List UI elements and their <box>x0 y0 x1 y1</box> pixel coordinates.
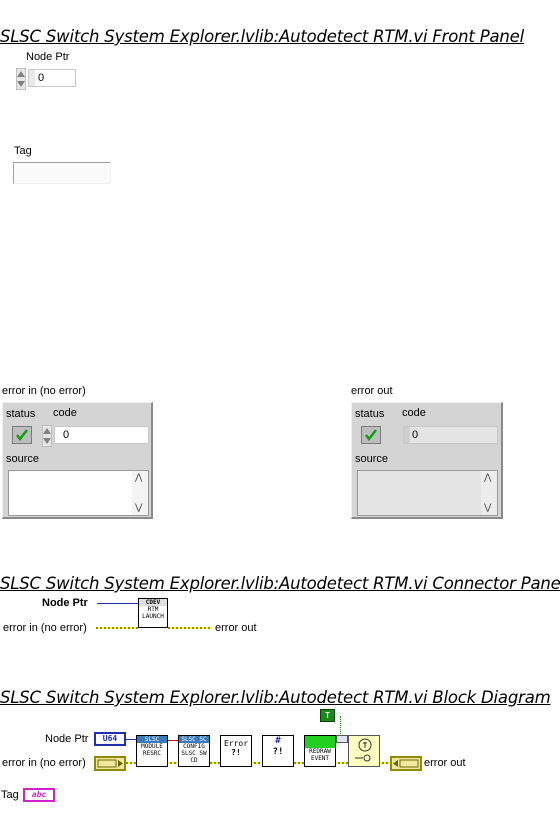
error-in-source-field[interactable]: ⋀ ⋁ <box>8 470 149 516</box>
scroll-down-icon[interactable]: ⋁ <box>484 503 491 513</box>
scroll-up-icon[interactable]: ⋀ <box>135 473 142 483</box>
error-out-code-field: 0 <box>403 426 498 444</box>
spinner-arrows-icon <box>16 68 26 90</box>
subvi-banner: SLSC <box>137 736 167 743</box>
subvi-text-line: REDRAW <box>309 748 331 755</box>
node-ptr-terminal[interactable]: U64 <box>94 732 126 746</box>
subvi-text-line: MODULE <box>141 743 163 750</box>
error-out-terminal[interactable] <box>390 756 422 771</box>
error-out-status-indicator <box>361 426 381 444</box>
error-in-status-label: status <box>6 408 36 420</box>
autodetect-rtm-icon[interactable]: CDEV RTM LAUNCH <box>138 598 168 628</box>
redraw-banner <box>305 736 335 748</box>
scroll-down-icon[interactable]: ⋁ <box>135 503 142 513</box>
scroll-up-icon[interactable]: ⋀ <box>484 473 491 483</box>
subvi-banner: SLSC SC <box>179 736 209 743</box>
error-in-code-label: code <box>53 407 77 419</box>
checkmark-icon <box>365 429 377 442</box>
subvi-text-line: ?! <box>272 747 284 757</box>
node-ptr-field[interactable]: 0 <box>28 69 76 87</box>
bd-error-in-label: error in (no error) <box>2 757 86 769</box>
node-ptr-wire <box>97 603 138 604</box>
error-out-wire <box>168 627 212 629</box>
error-in-source-label: source <box>6 453 40 465</box>
bd-tag-label: Tag <box>1 789 19 801</box>
error-in-wire <box>96 627 138 629</box>
error-in-label: error in (no error) <box>2 385 86 397</box>
icon-text-line: LAUNCH <box>142 613 164 620</box>
property-node-ref[interactable] <box>336 735 348 743</box>
cluster-icon <box>97 759 123 768</box>
true-constant[interactable]: T <box>320 709 335 722</box>
error-out-source-label: source <box>355 453 389 465</box>
tag-label: Tag <box>14 145 32 157</box>
subvi-text-line: ?! <box>231 748 241 757</box>
error-in-cluster: status code 0 source ⋀ ⋁ <box>2 402 153 519</box>
node-ptr-value: 0 <box>38 72 45 84</box>
connector-node-ptr-label: Node Ptr <box>42 597 88 609</box>
connector-error-in-label: error in (no error) <box>3 622 87 634</box>
bd-error-out-label: error out <box>424 757 466 769</box>
subvi-text-line: CD <box>190 757 198 764</box>
error-out-cluster: status code 0 source ⋀ ⋁ <box>351 402 503 519</box>
error-in-terminal[interactable] <box>94 756 126 771</box>
subvi-text-line: SLSC SW <box>181 750 207 757</box>
error-in-status-toggle[interactable] <box>12 426 32 444</box>
error-out-status-label: status <box>355 408 385 420</box>
error-in-code-spinner[interactable] <box>42 425 52 447</box>
error-in-code-field[interactable]: 0 <box>54 426 149 444</box>
node-ptr-label: Node Ptr <box>26 51 70 63</box>
radix-indicator <box>29 70 35 86</box>
icon-banner: CDEV <box>139 599 167 606</box>
subvi-text-line: RESRC <box>142 750 162 757</box>
error-out-code-label: code <box>402 407 426 419</box>
error-in-source-scrollbar[interactable]: ⋀ ⋁ <box>132 471 148 515</box>
front-panel-title: SLSC Switch System Explorer.lvlib:Autode… <box>0 27 524 46</box>
invoke-method-icon <box>355 738 372 762</box>
checkmark-icon <box>16 429 28 442</box>
tag-indicator <box>13 162 111 184</box>
cluster-icon <box>393 759 419 768</box>
subvi-text-line: # <box>275 736 281 746</box>
spinner-arrows-icon <box>42 425 52 447</box>
subvi-redraw-event[interactable]: REDRAW EVENT <box>304 735 336 767</box>
connector-error-out-label: error out <box>215 622 257 634</box>
connector-pane-title: SLSC Switch System Explorer.lvlib:Autode… <box>0 574 560 593</box>
subvi-text-line: EVENT <box>310 755 330 762</box>
error-out-code-value: 0 <box>412 429 419 441</box>
node-ptr-type-label: U64 <box>102 734 118 743</box>
bd-node-ptr-label: Node Ptr <box>45 733 89 745</box>
subvi-text-line: Error <box>223 739 249 748</box>
tag-type-label: abc <box>31 790 47 799</box>
tag-terminal[interactable]: abc <box>23 788 55 802</box>
error-out-source-field: ⋀ ⋁ <box>357 470 498 516</box>
node-ptr-increment-decrement[interactable] <box>16 68 26 90</box>
error-out-source-scrollbar[interactable]: ⋀ ⋁ <box>481 471 497 515</box>
subvi-slsc-module-resrc[interactable]: SLSC MODULE RESRC <box>136 735 168 767</box>
radix-indicator <box>404 427 410 443</box>
bd-node-ptr-wire <box>126 739 136 740</box>
subvi-error-handler[interactable]: Error ?! <box>220 735 252 767</box>
subvi-config-slsc-sw-cd[interactable]: SLSC SC CONFIG SLSC SW CD <box>178 735 210 767</box>
error-in-code-value: 0 <box>63 429 70 441</box>
icon-text-line: RTM <box>147 606 159 613</box>
reference-wire <box>168 740 178 741</box>
error-out-label: error out <box>351 385 393 397</box>
subvi-text-line: CONFIG <box>183 743 205 750</box>
invoke-node[interactable] <box>348 735 380 767</box>
block-diagram-title: SLSC Switch System Explorer.lvlib:Autode… <box>0 688 551 707</box>
subvi-format-into-string[interactable]: # ?! <box>262 735 294 767</box>
